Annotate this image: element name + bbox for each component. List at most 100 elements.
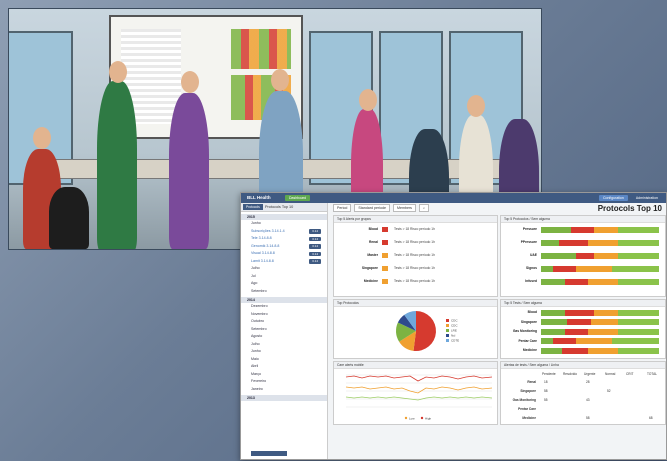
sidebar-item[interactable]: Julho <box>241 341 327 349</box>
bar-segment <box>617 226 659 233</box>
sidebar-item[interactable]: Ago <box>241 280 327 288</box>
bar-row: PPressure <box>501 238 665 247</box>
table-row-label: Renal <box>527 380 536 384</box>
person-head <box>109 61 127 83</box>
table-header: Resolvido <box>563 372 577 376</box>
sidebar-item[interactable]: Agosto <box>241 333 327 341</box>
sidebar-item[interactable]: Subscrições 3.14.1.4 3.14 <box>241 228 327 236</box>
top-bar: BLL Health Dashboard Configuration Admin… <box>241 193 666 203</box>
pie-legend-swatch <box>446 329 449 332</box>
sidebar: Protocols Protocols Top 10 2015 Junho Subs… <box>241 203 328 459</box>
dashboard-badge[interactable]: Dashboard <box>285 195 311 201</box>
bar-segment <box>564 278 589 285</box>
alerts-table-panel: Alertas de tests / Sem alguma / Linha Pe… <box>500 361 666 425</box>
period-select[interactable]: Standard periode <box>354 204 390 212</box>
alerts-table-title: Alertas de tests / Sem alguma / Linha <box>501 362 665 369</box>
sidebar-item[interactable]: Janeiro <box>241 386 327 394</box>
sidebar-item[interactable]: Outubro <box>241 318 327 326</box>
page-title: Protocols Top 10 <box>597 204 662 213</box>
bar-segment <box>594 226 618 233</box>
bar-segment <box>541 252 577 259</box>
sidebar-footer-button[interactable] <box>251 451 287 456</box>
pie-legend-swatch <box>446 324 449 327</box>
status-row-label: Singapore <box>361 266 378 270</box>
status-swatch <box>382 252 388 258</box>
bar-label: Blood <box>527 310 537 314</box>
version-pill[interactable]: 3.14 <box>309 259 321 264</box>
bar-label: Gas Monitoring <box>512 329 537 333</box>
user-menu-button[interactable]: Administration <box>632 195 662 201</box>
table-cell: 68 <box>649 416 653 420</box>
configuration-button[interactable]: Configuration <box>598 195 628 201</box>
sidebar-item-label: Subscrições 3.14.1.4 <box>251 228 285 233</box>
bar-segment <box>594 252 618 259</box>
bar-segment <box>562 347 589 354</box>
bar-segment <box>564 309 595 316</box>
sidebar-item[interactable]: Junho <box>241 348 327 356</box>
bar-segment <box>617 252 659 259</box>
sidebar-item[interactable]: Jul <box>241 273 327 281</box>
person-head <box>181 71 199 93</box>
bar-segment <box>541 265 553 272</box>
bar-segment <box>541 226 571 233</box>
version-pill[interactable]: 3.14 <box>309 251 321 256</box>
period-filter[interactable]: Period <box>333 204 352 212</box>
sidebar-item[interactable]: Genomik 3.14.8.8 3.14 <box>241 243 327 251</box>
sidebar-item[interactable]: Março <box>241 371 327 379</box>
sidebar-header: Protocols Protocols Top 10 <box>241 203 327 212</box>
sidebar-item-label: Agosto <box>251 334 263 338</box>
table-row-label: Singapore <box>520 389 536 393</box>
sidebar-item[interactable]: Fevereiro <box>241 378 327 386</box>
version-pill[interactable]: 3.14 <box>309 229 321 234</box>
dashboard-window: BLL Health Dashboard Configuration Admin… <box>240 192 667 460</box>
sidebar-item-label: Fevereiro <box>251 379 267 383</box>
sidebar-item[interactable]: Novembro <box>241 311 327 319</box>
sidebar-item-label: Ago <box>251 281 258 285</box>
stacked-bar <box>541 239 659 246</box>
bar-label: Pressure <box>522 227 537 231</box>
table-cell: 43 <box>586 398 590 402</box>
sidebar-item[interactable]: Abril <box>241 363 327 371</box>
bar-segment <box>552 338 577 344</box>
sidebar-item[interactable]: Julho <box>241 265 327 273</box>
sidebar-item[interactable]: Maio <box>241 356 327 364</box>
status-row: Master Tests > 18 Risco período 1h <box>334 251 497 260</box>
sidebar-title: Protocols Top 10 <box>265 205 294 209</box>
status-row: Blood Tests > 18 Risco período 1h <box>334 225 497 234</box>
sidebar-item[interactable]: Setembro <box>241 326 327 334</box>
bar-segment <box>541 328 565 335</box>
version-pill[interactable]: 3.14 <box>309 244 321 249</box>
stacked-bar <box>541 319 659 325</box>
sidebar-item[interactable]: Setembro <box>241 288 327 296</box>
line-legend-low: Low <box>409 417 415 421</box>
bar-row: Signos <box>501 264 665 273</box>
status-row: Medicine Tests > 18 Risco período 1h <box>334 277 497 286</box>
protocols-tab[interactable]: Protocols <box>243 204 263 210</box>
stacked-bar <box>541 347 659 354</box>
pie-legend-label: Ncl <box>451 334 456 338</box>
bar-segment <box>617 347 659 354</box>
pie-chart: CDCCDCLRENclCDTE <box>396 311 459 351</box>
stacked-bar <box>541 265 659 272</box>
members-filter[interactable]: Members <box>392 204 416 212</box>
bar-label: PPressure <box>520 240 537 244</box>
sidebar-item[interactable]: Lamit 3.14.8.8 3.14 <box>241 258 327 266</box>
version-pill[interactable]: 3.14 <box>309 236 321 241</box>
bar-label: Singapore <box>520 319 537 324</box>
table-header: TOTAL <box>647 372 657 376</box>
person <box>169 93 209 249</box>
sidebar-item[interactable]: Dezembro <box>241 303 327 311</box>
bar-segment <box>617 278 659 285</box>
bar-row: Pressure <box>501 225 665 234</box>
sidebar-item[interactable]: Visual 3.14.8.8 3.14 <box>241 250 327 258</box>
line-series-high <box>345 375 493 382</box>
sidebar-item[interactable]: Tele 3.14.8.8 3.14 <box>241 235 327 243</box>
search-icon[interactable]: ⌕ <box>418 204 429 212</box>
sidebar-item-label: Lamit 3.14.8.8 <box>251 258 274 263</box>
tests-bars-title: Top 5 Tests / Sem alguma <box>501 300 665 307</box>
table-row-label: Medicine <box>522 416 536 420</box>
bar-label: Infused <box>525 279 537 283</box>
sidebar-section-header[interactable]: 2013 <box>241 395 327 401</box>
sidebar-item[interactable]: Junho <box>241 220 327 228</box>
line-series-low <box>345 386 493 394</box>
